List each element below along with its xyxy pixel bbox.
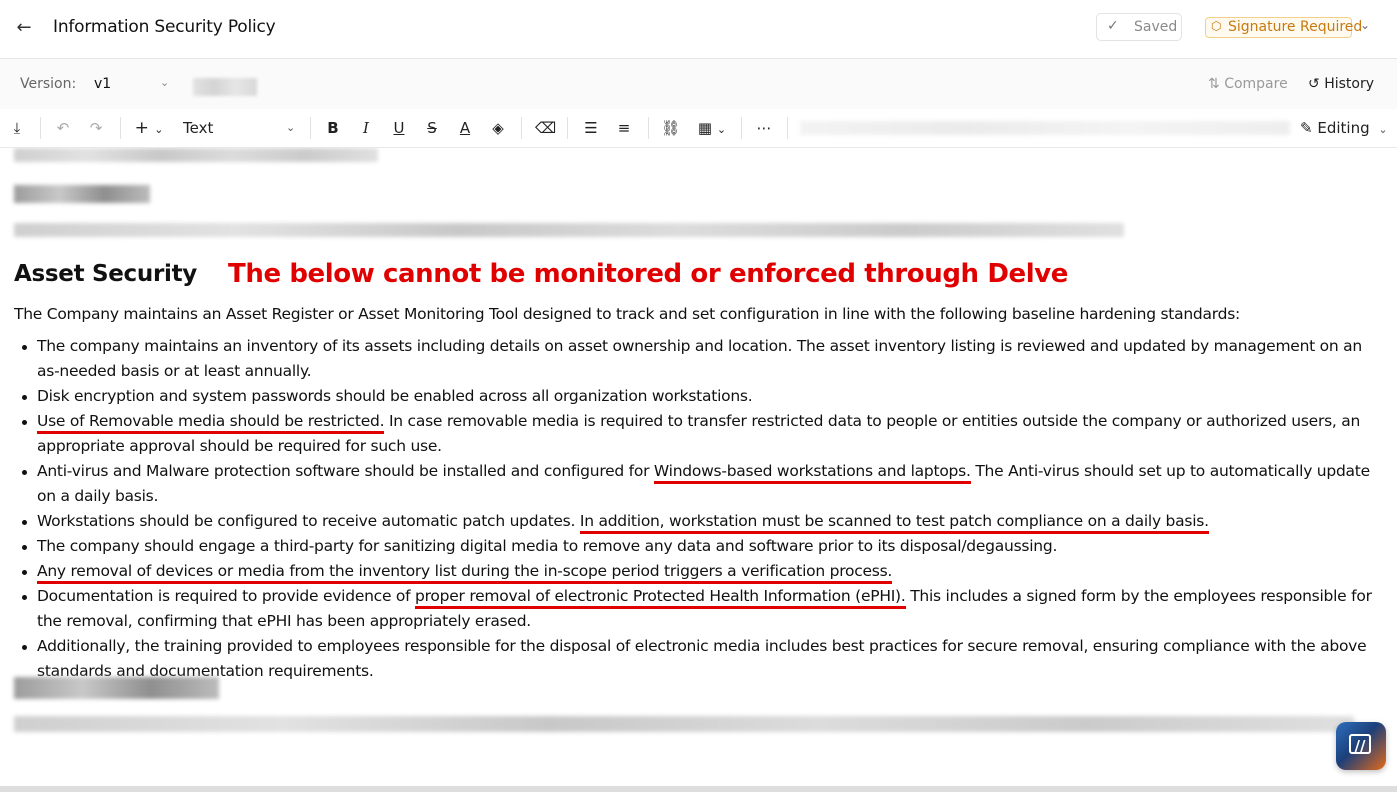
bullet-text: Workstations should be configured to rec… [37,512,580,530]
signature-required-badge[interactable]: ⬡ Signature Required [1205,17,1362,38]
page-title: Information Security Policy [53,17,276,37]
check-icon: ✓ [1107,18,1119,34]
annotation-note: The below cannot be monitored or enforce… [228,259,1069,289]
compare-label: Compare [1224,76,1288,92]
italic-icon[interactable]: I [357,118,375,138]
saved-button[interactable]: ✓ Saved [1096,13,1182,41]
list-item: Any removal of devices or media from the… [14,559,1384,584]
version-select[interactable]: v1 ⌄ [94,76,174,96]
document-body[interactable]: Asset Security The below cannot be monit… [0,148,1397,786]
list-item: The company should engage a third-party … [14,534,1384,559]
document-header: ← Information Security Policy ✓ Saved ⬡ … [0,0,1397,59]
bullet-text: Disk encryption and system passwords sho… [37,387,753,405]
toolbar-divider [787,117,788,139]
insert-plus-icon[interactable]: + ⌄ [133,118,165,138]
pencil-icon: ✎ [1300,119,1313,137]
redacted-text [14,148,378,162]
bullet-dot [22,520,27,525]
link-icon[interactable]: ⛓ [661,118,680,138]
bullet-text: Documentation is required to provide evi… [37,587,416,605]
list-item: Disk encryption and system passwords sho… [14,384,1384,409]
toolbar-divider [648,117,649,139]
redacted-heading [14,677,219,699]
intro-paragraph: The Company maintains an Asset Register … [14,305,1241,323]
toolbar-divider [741,117,742,139]
bullet-text: The company maintains an inventory of it… [37,337,1362,380]
bullet-text: The company should engage a third-party … [37,537,1058,555]
editing-label: Editing [1317,119,1370,137]
redacted-text [14,716,1354,732]
editing-mode-button[interactable]: ✎ Editing ⌄ [1300,118,1388,138]
bullet-dot [22,345,27,350]
numbered-list-icon[interactable]: ≡ [615,118,633,138]
bold-icon[interactable]: B [324,118,342,138]
highlight-icon[interactable]: ◈ [489,118,507,138]
redacted-text [14,223,1124,237]
version-value: v1 [94,76,112,92]
section-heading: Asset Security [14,261,197,287]
bottom-scrollbar[interactable] [0,786,1397,792]
compare-icon: ⇅ [1208,76,1220,92]
bullet-dot [22,645,27,650]
list-item: Additionally, the training provided to e… [14,634,1384,684]
editor-toolbar: ⤓ ↶ ↷ + ⌄ Text ⌄ B I U S A ◈ ⌫ ☰ ≡ ⛓ ▦ ⌄… [0,109,1397,148]
more-options-icon[interactable]: ⋯ [754,118,774,138]
redacted-text [800,121,1290,135]
undo-icon[interactable]: ↶ [54,118,72,138]
policy-bullet-list: The company maintains an inventory of it… [14,334,1384,684]
underlined-highlight: proper removal of electronic Protected H… [415,587,906,609]
toolbar-divider [310,117,311,139]
underlined-highlight: Windows-based workstations and laptops. [653,462,971,484]
underlined-highlight: Use of Removable media should be restric… [37,412,385,434]
bullet-text: Anti-virus and Malware protection softwa… [37,462,654,480]
redacted-text [193,78,257,96]
app-logo-icon: // [1349,734,1371,755]
bullet-dot [22,395,27,400]
underlined-highlight: In addition, workstation must be scanned… [579,512,1209,534]
list-item: The company maintains an inventory of it… [14,334,1384,384]
redo-icon[interactable]: ↷ [87,118,105,138]
toolbar-divider [567,117,568,139]
chevron-down-icon[interactable]: ⌄ [1360,18,1370,32]
version-label: Version: [20,76,77,92]
toolbar-divider [120,117,121,139]
list-item: Documentation is required to provide evi… [14,584,1384,634]
toolbar-divider [521,117,522,139]
bullet-list-icon[interactable]: ☰ [582,118,600,138]
bullet-text: Additionally, the training provided to e… [37,637,1367,680]
strikethrough-icon[interactable]: S [423,118,441,138]
shield-icon: ⬡ [1211,19,1222,33]
list-item: Workstations should be configured to rec… [14,509,1384,534]
clear-format-icon[interactable]: ⌫ [535,118,556,138]
underlined-highlight: Any removal of devices or media from the… [37,562,892,584]
chevron-down-icon: ⌄ [160,76,170,89]
history-button[interactable]: ↺ History [1308,76,1374,92]
table-icon[interactable]: ▦ ⌄ [694,118,730,138]
bullet-dot [22,545,27,550]
toolbar-divider [40,117,41,139]
bullet-dot [22,470,27,475]
bullet-dot [22,595,27,600]
underline-icon[interactable]: U [390,118,408,138]
chevron-down-icon: ⌄ [286,121,296,134]
bullet-dot [22,570,27,575]
signature-badge-label: Signature Required [1228,19,1363,35]
history-icon: ↺ [1308,76,1320,92]
bullet-dot [22,420,27,425]
text-color-icon[interactable]: A [456,118,474,138]
text-format-select[interactable]: Text ⌄ [183,118,298,138]
arrow-left-icon[interactable]: ← [12,16,36,40]
chat-widget-button[interactable]: // [1336,722,1386,770]
download-icon[interactable]: ⤓ [8,118,26,138]
history-label: History [1324,76,1374,92]
redacted-heading [14,185,150,203]
saved-label: Saved [1134,19,1178,35]
compare-button[interactable]: ⇅ Compare [1208,76,1288,92]
list-item: Anti-virus and Malware protection softwa… [14,459,1384,509]
chevron-down-icon: ⌄ [1378,123,1388,136]
text-format-value: Text [183,119,214,137]
list-item: Use of Removable media should be restric… [14,409,1384,459]
